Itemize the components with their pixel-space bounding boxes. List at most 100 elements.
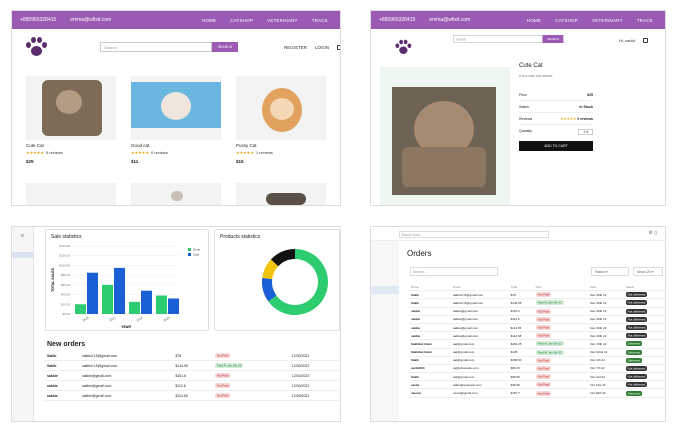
search-button[interactable]: SEARCH <box>542 35 564 43</box>
product-image-panel <box>380 67 510 205</box>
order-date: 12/30/2022 <box>289 370 340 381</box>
orders-search-input[interactable]: Search... <box>410 267 498 276</box>
top-bar: +880965328415 emma@wfixit.com HOME CATSH… <box>12 11 340 29</box>
table-row[interactable]: Sakib sakibul.15@gmail.com $144.55 Paid At … <box>45 360 340 371</box>
notification-icon[interactable]: ⚙ ▯ <box>648 230 657 236</box>
total-cell: $135 <box>508 348 534 357</box>
order-amount: $144.55 <box>173 360 213 371</box>
table-row[interactable]: Sakib sak@gmail.com $68.95 Not Paid Nov 3rd … <box>409 372 665 382</box>
order-amount: $78 <box>173 351 213 361</box>
paw-logo-icon[interactable] <box>24 37 48 59</box>
table-row[interactable]: sakkie sakkie@gmail.com $114.55 Not Paid 12/… <box>45 390 340 401</box>
table-row[interactable]: sackit303 sa@wbaresite.com $80.15 Not Paid N… <box>409 364 665 374</box>
menu-catshop[interactable]: CATSHOP <box>555 18 578 23</box>
paid-badge: Paid At Jan 6th 22 <box>535 341 565 347</box>
product-card[interactable]: Good cat ★★★★★ 0 reviews $11 <box>131 76 221 164</box>
product-name[interactable]: Good cat <box>131 143 221 148</box>
paid-cell: Not Paid <box>533 388 589 398</box>
status-cell: Not delivered <box>623 323 665 333</box>
bar-done <box>75 304 86 314</box>
table-row[interactable]: meowe meow@gmail.com $157.7 Not Paid Oct 30t… <box>409 388 665 398</box>
status-cell: Not delivered <box>623 372 665 382</box>
add-to-cart-button[interactable]: ADD TO CART <box>519 141 593 151</box>
table-row[interactable]: sakkie sakkie@gmail.com $151.6 Not Paid 12/3… <box>45 370 340 381</box>
column-header[interactable]: Paid <box>533 283 589 292</box>
register-link[interactable]: REGISTER <box>284 45 307 50</box>
menu-home[interactable]: HOME <box>527 18 541 23</box>
name-cell: sackit303 <box>409 364 451 374</box>
product-name[interactable]: Pussy Cat <box>236 143 326 148</box>
bar-done <box>156 295 167 314</box>
login-link[interactable]: LOGIN <box>315 45 329 50</box>
table-row[interactable]: Sakkibul Islam sak@gmail.com $493.25 Paid A… <box>409 339 665 349</box>
products-donut-chart <box>262 249 328 315</box>
menu-veterinary[interactable]: VETERINARY <box>267 18 298 23</box>
product-name[interactable]: Cute Cat <box>26 143 116 148</box>
column-header[interactable]: Name <box>409 283 451 292</box>
menu-catshop[interactable]: CATSHOP <box>230 18 253 23</box>
table-row[interactable]: sacka sakka@example.com $38.45 Not Paid Oct … <box>409 380 665 390</box>
email-cell: sakka@example.com <box>450 380 509 390</box>
table-row[interactable]: Sakib sakibul.15@gmail.com $78 Not Paid 12/3… <box>45 351 340 361</box>
paw-logo-icon[interactable] <box>394 39 412 57</box>
phone-text: +880965328415 <box>379 17 416 23</box>
column-header[interactable]: Email <box>450 283 509 292</box>
status-filter-select[interactable]: Status ▾ <box>591 267 629 276</box>
order-amount: $151.6 <box>173 370 213 381</box>
status-cell: Delivered <box>623 339 665 349</box>
paid-cell: Paid At Jan 6th 22 <box>533 339 589 349</box>
menu-track[interactable]: TRACK <box>312 18 328 23</box>
quantity-select[interactable]: 1 ▾ <box>578 129 593 135</box>
search-input[interactable]: Search <box>453 35 543 43</box>
table-row[interactable]: Sakib sakibul.15@gmail.com $78 Not Paid Dec … <box>409 290 665 300</box>
delivery-badge: Not delivered <box>625 374 648 380</box>
table-row[interactable]: sakkie sakkie@gmail.com $114.55 Not Paid Dec… <box>409 323 665 333</box>
customer-name: Sakib <box>45 351 80 361</box>
table-row[interactable]: Sakib sakibul.15@gmail.com $144.55 Paid At … <box>409 298 665 308</box>
product-image <box>131 76 221 140</box>
email-cell: sakkie@gmail.com <box>450 315 509 324</box>
delivery-badge: Delivered <box>625 349 643 355</box>
menu-track[interactable]: TRACK <box>637 18 653 23</box>
paid-badge: Not Paid <box>535 325 552 331</box>
search-button[interactable]: SEARCH <box>212 42 238 52</box>
table-row[interactable]: sakkie sakkie@gmail.com $114.58 Not Paid Dec… <box>409 331 665 341</box>
menu-veterinary[interactable]: VETERINARY <box>592 18 623 23</box>
customer-name: Sakib <box>45 360 80 371</box>
menu-home[interactable]: HOME <box>202 18 216 23</box>
table-row[interactable]: sakkie sakkie@gmail.com $112.6 Not Paid 12/3… <box>45 380 340 391</box>
paid-cell: Not Paid <box>533 380 589 390</box>
payment-status-cell: Paid At Jan 6th 22 <box>212 360 290 371</box>
product-card[interactable] <box>131 183 221 205</box>
status-cell: Delivered <box>623 388 665 398</box>
top-search-input[interactable]: Search term <box>399 231 549 238</box>
show-count-select[interactable]: Show 20 ▾ <box>633 267 663 276</box>
email-cell: sak@gmail.com <box>450 348 509 357</box>
column-header[interactable]: Status <box>623 283 665 292</box>
product-card[interactable] <box>236 183 326 205</box>
hamburger-icon[interactable]: ≡ <box>21 233 24 239</box>
sidebar-active-item[interactable] <box>371 286 399 294</box>
product-card[interactable]: Pussy Cat ★★★★★ 1 reviews $15 <box>236 76 326 164</box>
table-row[interactable]: sakkie sakkie@gmail.com $151.6 Not Paid Dec … <box>409 307 665 316</box>
product-card[interactable]: Cute Cat ★★★★★ 0 reviews $25 <box>26 76 116 164</box>
date-cell: Dec 30th 22 <box>588 298 624 308</box>
legend-swatch <box>188 253 191 256</box>
column-header[interactable]: Total <box>508 283 534 292</box>
user-menu[interactable]: Hi, sackit <box>619 38 635 43</box>
paid-cell: Not Paid <box>533 356 589 365</box>
paid-badge: Paid At Jan 6th 22 <box>535 300 565 306</box>
bar-sold <box>168 298 179 314</box>
table-row[interactable]: Sakkibul Islam sak@gmail.com $135 Paid At J… <box>409 348 665 357</box>
sidebar-active-item[interactable] <box>12 252 34 258</box>
column-header[interactable]: Date <box>588 283 624 292</box>
cart-icon[interactable]: 0 <box>337 45 340 50</box>
customer-email: sakkie@gmail.com <box>79 390 174 401</box>
cart-icon[interactable] <box>643 38 649 43</box>
date-cell: Dec 26th 22 <box>588 331 624 341</box>
product-card[interactable] <box>26 183 116 205</box>
table-row[interactable]: Sakib sak@gmail.com $380.60 Not Paid Nov 4th… <box>409 356 665 365</box>
search-input[interactable]: Search <box>100 42 212 52</box>
name-cell: Sakkibul Islam <box>409 339 451 349</box>
table-row[interactable]: sakkie sakkie@gmail.com $112.6 Not Paid Dec … <box>409 315 665 324</box>
